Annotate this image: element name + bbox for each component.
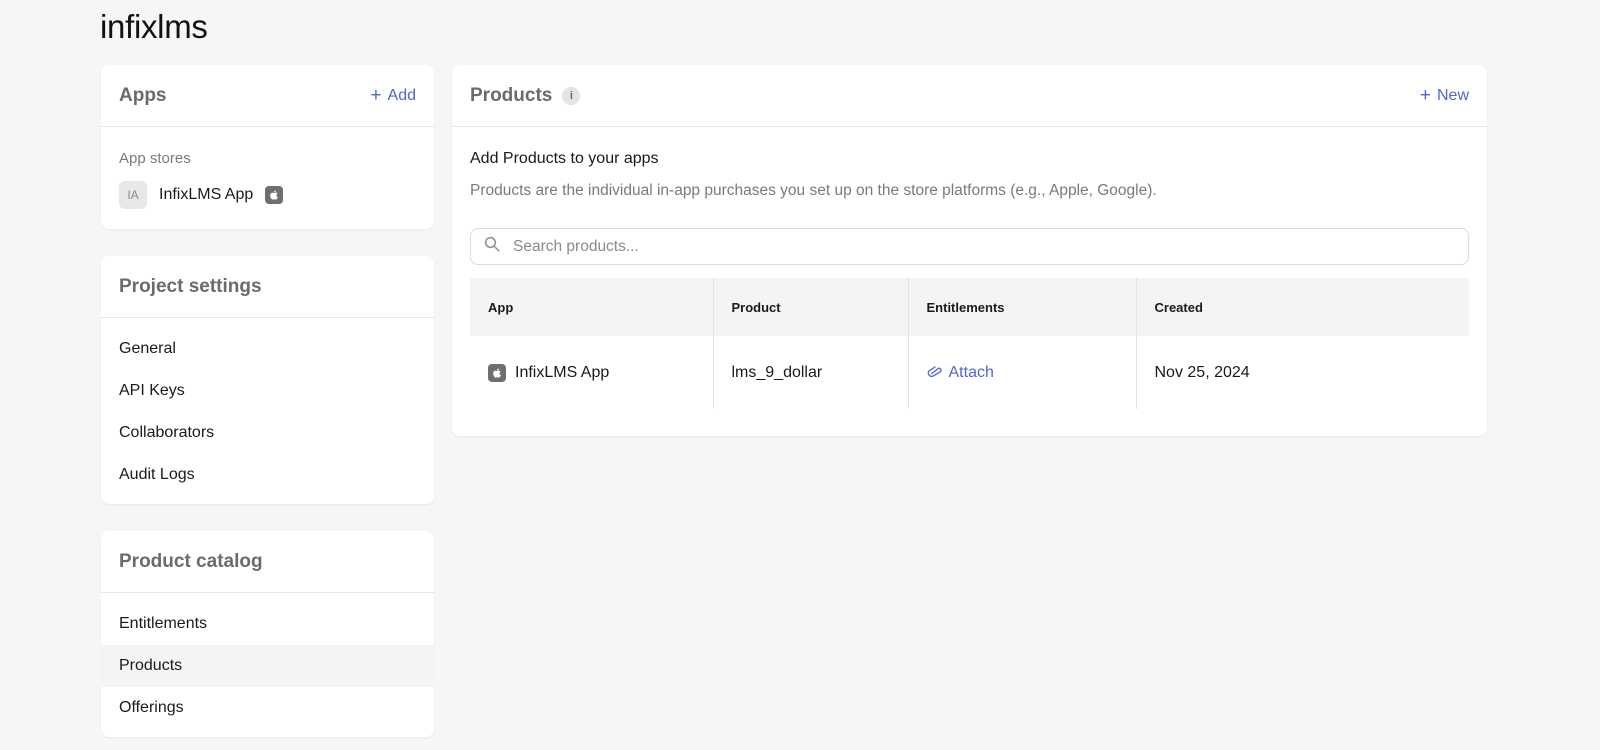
- search-input[interactable]: [513, 237, 1456, 256]
- product-catalog-header: Product catalog: [101, 531, 434, 593]
- products-table: App Product Entitlements Created InfixLM…: [470, 278, 1469, 409]
- nav-item-products[interactable]: Products: [101, 645, 434, 687]
- apps-header: Apps + Add: [101, 65, 434, 127]
- products-heading: Add Products to your apps: [470, 150, 659, 167]
- search-box: [470, 228, 1469, 265]
- column-header-app[interactable]: App: [470, 278, 713, 336]
- product-catalog-card: Product catalog Entitlements Products Of…: [101, 531, 434, 737]
- cell-created: Nov 25, 2024: [1135, 336, 1469, 409]
- apps-card: Apps + Add App stores IA InfixLMS App: [101, 65, 434, 229]
- project-settings-card: Project settings General API Keys Collab…: [101, 256, 434, 504]
- products-title: Products: [470, 84, 553, 106]
- new-product-button[interactable]: + New: [1420, 86, 1469, 105]
- app-name: InfixLMS App: [159, 186, 254, 203]
- nav-item-api-keys[interactable]: API Keys: [101, 370, 434, 412]
- nav-item-general[interactable]: General: [101, 328, 434, 370]
- add-app-label: Add: [387, 86, 416, 104]
- info-icon[interactable]: i: [562, 86, 581, 105]
- table-row[interactable]: InfixLMS App lms_9_dollar Attach Nov 25,…: [470, 336, 1469, 409]
- products-card: Products i + New Add Products to your ap…: [452, 65, 1487, 436]
- paperclip-icon: [927, 364, 943, 382]
- column-header-created[interactable]: Created: [1135, 278, 1469, 336]
- apple-icon: [265, 186, 284, 204]
- cell-entitlements: Attach: [907, 336, 1136, 409]
- cell-product: lms_9_dollar: [712, 336, 908, 409]
- product-catalog-nav: Entitlements Products Offerings: [101, 593, 434, 729]
- plus-icon: +: [370, 85, 382, 106]
- app-item[interactable]: IA InfixLMS App: [101, 167, 434, 209]
- nav-item-audit-logs[interactable]: Audit Logs: [101, 454, 434, 496]
- nav-item-offerings[interactable]: Offerings: [101, 687, 434, 729]
- table-header-row: App Product Entitlements Created: [470, 278, 1469, 336]
- nav-item-entitlements[interactable]: Entitlements: [101, 603, 434, 645]
- apps-title: Apps: [119, 84, 167, 106]
- project-settings-title: Project settings: [119, 275, 262, 297]
- product-catalog-title: Product catalog: [119, 550, 263, 572]
- plus-icon: +: [1419, 85, 1431, 106]
- row-app-name: InfixLMS App: [515, 363, 610, 381]
- project-title: infixlms: [100, 8, 208, 45]
- project-settings-nav: General API Keys Collaborators Audit Log…: [101, 318, 434, 496]
- products-description: Products are the individual in-app purch…: [470, 182, 1157, 199]
- column-header-entitlements[interactable]: Entitlements: [907, 278, 1136, 336]
- app-avatar: IA: [119, 181, 147, 209]
- nav-item-collaborators[interactable]: Collaborators: [101, 412, 434, 454]
- project-settings-header: Project settings: [101, 256, 434, 318]
- products-header: Products i + New: [452, 65, 1487, 127]
- apple-icon: [488, 363, 506, 382]
- search-icon: [483, 235, 501, 258]
- attach-label: Attach: [948, 363, 994, 381]
- add-app-button[interactable]: + Add: [370, 86, 416, 105]
- column-header-product[interactable]: Product: [712, 278, 908, 336]
- new-product-label: New: [1436, 86, 1469, 104]
- app-cell: InfixLMS App: [488, 363, 695, 382]
- attach-button[interactable]: Attach: [927, 364, 994, 382]
- app-stores-label: App stores: [119, 150, 191, 167]
- products-body: Add Products to your apps Products are t…: [452, 150, 1487, 409]
- products-title-wrap: Products i: [470, 84, 581, 107]
- cell-app: InfixLMS App: [470, 336, 713, 409]
